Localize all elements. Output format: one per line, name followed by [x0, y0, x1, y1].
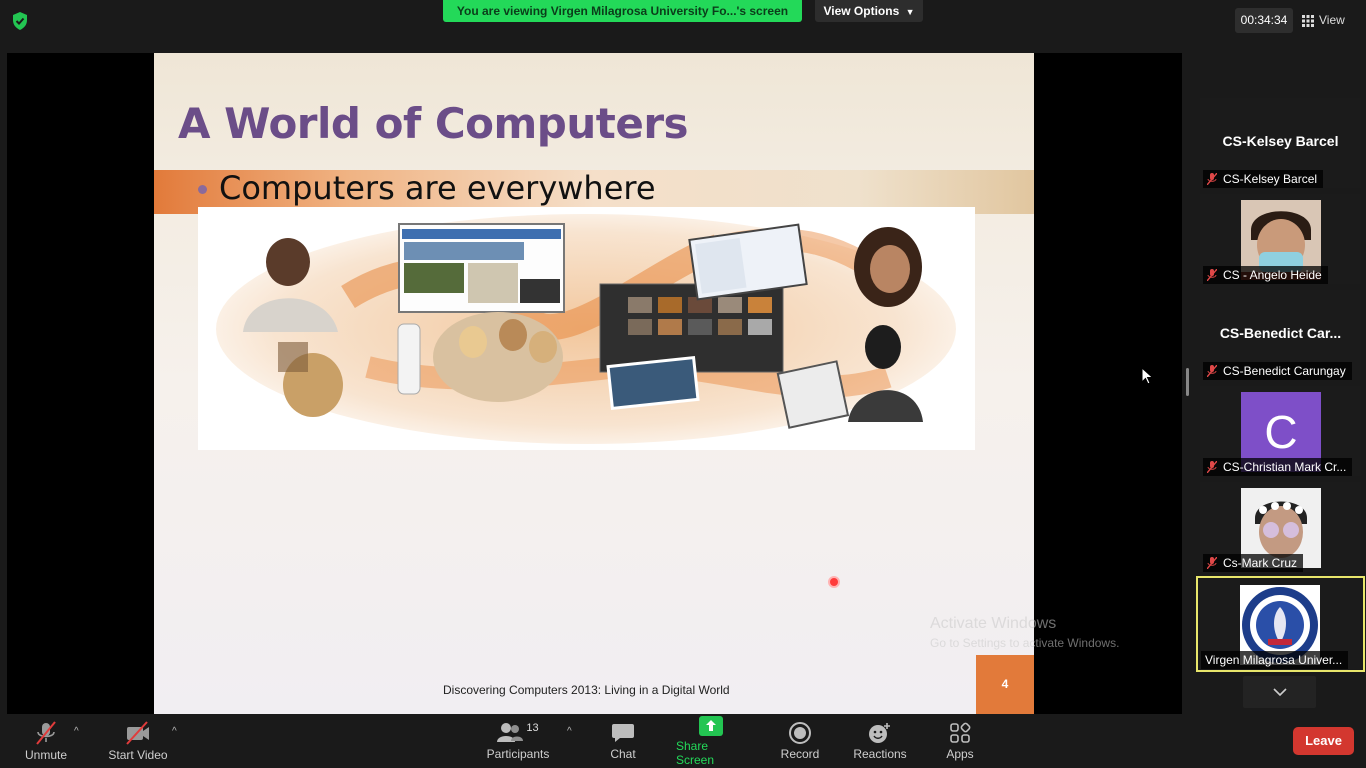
video-options-caret-icon[interactable]: ^ — [172, 726, 177, 737]
share-screen-button[interactable]: Share Screen — [676, 714, 746, 768]
participant-name: Cs-Mark Cruz — [1223, 556, 1297, 570]
unmute-button[interactable]: Unmute — [22, 714, 70, 768]
presentation-slide: A World of Computers Computers are every… — [154, 53, 1034, 714]
participant-name: Virgen Milagrosa Univer... — [1205, 653, 1343, 667]
slide-page-number: 4 — [976, 655, 1034, 714]
slide-bullet-text: Computers are everywhere — [219, 169, 656, 207]
participant-tile[interactable]: CS-Benedict Car... CS-Benedict Carungay — [1200, 290, 1361, 380]
view-options-label: View Options — [823, 4, 900, 18]
bullet-dot-icon — [198, 184, 207, 194]
leave-button[interactable]: Leave — [1293, 727, 1354, 755]
slide-title: A World of Computers — [178, 99, 689, 148]
participant-display-name: CS-Kelsey Barcel — [1222, 133, 1339, 149]
meeting-controls-toolbar: Unmute ^ Start Video ^ 13 Participants ^… — [0, 714, 1366, 768]
participant-display-name: CS-Benedict Car... — [1219, 325, 1342, 341]
chevron-down-icon: ▼ — [905, 7, 915, 17]
slide-footer: Discovering Computers 2013: Living in a … — [443, 683, 730, 697]
participant-tile[interactable]: C CS-Christian Mark Cr... — [1200, 386, 1361, 476]
zoom-meeting-window: You are viewing Virgen Milagrosa Univers… — [0, 0, 1366, 768]
top-bar: You are viewing Virgen Milagrosa Univers… — [0, 0, 1366, 44]
gallery-scroll-down-button[interactable] — [1243, 676, 1316, 708]
participants-button[interactable]: 13 Participants — [486, 714, 550, 768]
participant-tile-active-speaker[interactable]: Virgen Milagrosa Univer... — [1196, 576, 1365, 672]
share-screen-label: Share Screen — [676, 738, 715, 767]
chat-label: Chat — [610, 746, 636, 761]
unmute-label: Unmute — [24, 747, 68, 762]
participant-tile[interactable]: CS - Angelo Heide — [1200, 194, 1361, 284]
laser-pointer — [828, 576, 840, 588]
apps-icon — [950, 722, 971, 743]
view-options-button[interactable]: View Options ▼ — [815, 0, 923, 22]
chevron-down-icon — [1272, 688, 1287, 696]
shared-screen: A World of Computers Computers are every… — [7, 53, 1182, 714]
start-video-label: Start Video — [108, 747, 168, 762]
participants-options-caret-icon[interactable]: ^ — [567, 726, 572, 737]
participant-label: Virgen Milagrosa Univer... — [1201, 651, 1349, 669]
record-label: Record — [780, 746, 820, 761]
share-screen-icon — [699, 715, 723, 736]
computers-collage-illustration — [198, 207, 975, 450]
mic-muted-icon — [1207, 461, 1217, 473]
mouse-cursor-icon — [1141, 367, 1154, 385]
participant-label: CS - Angelo Heide — [1203, 266, 1328, 284]
mic-muted-icon — [1207, 365, 1217, 377]
slide-bullet: Computers are everywhere — [198, 169, 656, 207]
participants-label: Participants — [486, 746, 550, 761]
participant-label: Cs-Mark Cruz — [1203, 554, 1303, 572]
apps-label: Apps — [946, 746, 974, 761]
participant-name: CS-Benedict Carungay — [1223, 364, 1346, 378]
record-button[interactable]: Record — [780, 714, 820, 768]
participants-icon — [497, 722, 524, 742]
meeting-timer: 00:34:34 — [1235, 8, 1293, 33]
record-icon — [789, 721, 811, 744]
mic-muted-icon — [36, 720, 56, 745]
mic-muted-icon — [1207, 269, 1217, 281]
mic-muted-icon — [1207, 173, 1217, 185]
avatar-letter: C — [1264, 406, 1298, 458]
screen-share-banner: You are viewing Virgen Milagrosa Univers… — [443, 0, 802, 22]
panel-resize-handle[interactable] — [1186, 368, 1189, 396]
view-label: View — [1319, 13, 1345, 27]
chat-icon — [612, 723, 634, 742]
apps-button[interactable]: Apps — [945, 714, 975, 768]
participant-name: CS-Kelsey Barcel — [1223, 172, 1318, 186]
grid-icon — [1302, 14, 1314, 27]
participant-tile[interactable]: CS-Kelsey Barcel CS-Kelsey Barcel — [1200, 98, 1361, 188]
slide-collage-image — [198, 207, 975, 450]
mic-muted-icon — [1207, 557, 1217, 569]
smiley-plus-icon — [869, 722, 890, 743]
reactions-label: Reactions — [853, 746, 907, 761]
participant-label: CS-Benedict Carungay — [1203, 362, 1352, 380]
participant-name: CS-Christian Mark Cr... — [1223, 460, 1347, 474]
audio-options-caret-icon[interactable]: ^ — [74, 726, 79, 737]
participant-name: CS - Angelo Heide — [1223, 268, 1322, 282]
participant-label: CS-Christian Mark Cr... — [1203, 458, 1353, 476]
participant-tile[interactable]: Cs-Mark Cruz — [1200, 482, 1361, 572]
participant-label: CS-Kelsey Barcel — [1203, 170, 1324, 188]
security-shield-icon[interactable] — [10, 11, 30, 31]
start-video-button[interactable]: Start Video — [108, 714, 168, 768]
chat-button[interactable]: Chat — [605, 714, 641, 768]
video-off-icon — [126, 720, 149, 745]
reactions-button[interactable]: Reactions — [853, 714, 907, 768]
view-layout-button[interactable]: View — [1302, 8, 1358, 33]
participants-count: 13 — [526, 721, 539, 734]
